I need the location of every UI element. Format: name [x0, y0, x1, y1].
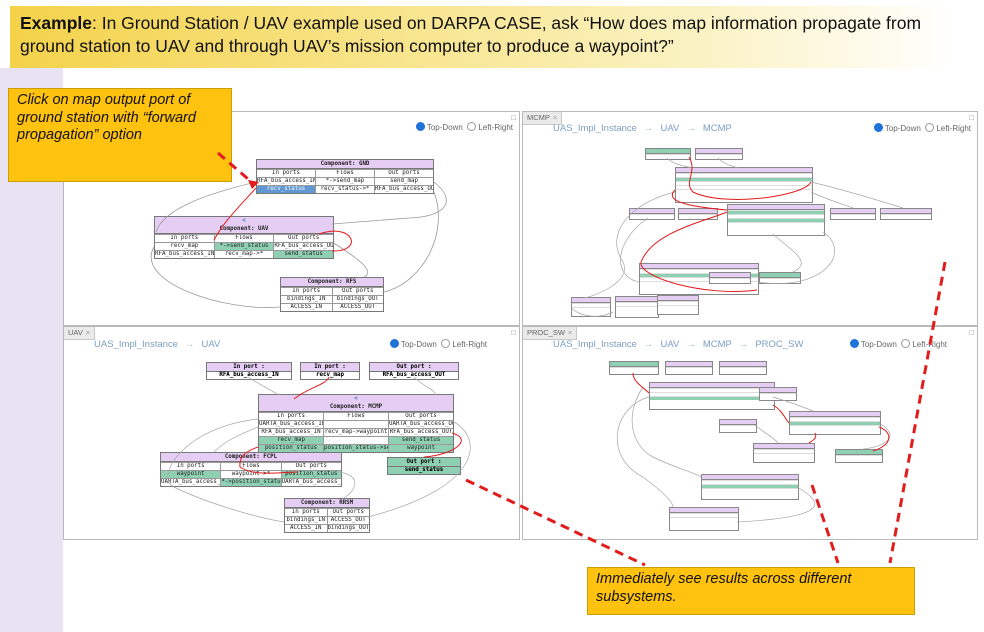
- callout-instruction: Click on map output port of ground stati…: [8, 88, 232, 182]
- pane-mcmp: MCMP × □ UAS_Impl_Instance → UAV → MCMP Top-D…: [522, 111, 978, 326]
- pane-proc-sw: PROC_SW × □ UAS_Impl_Instance → UAV → MCMP → PR…: [522, 326, 978, 540]
- connection-lines: [167, 376, 471, 523]
- banner-text: : In Ground Station / UAV example used o…: [20, 13, 922, 56]
- banner-bold: Example: [20, 13, 92, 33]
- pane-uav: UAV × □ UAS_Impl_Instance → UAV Top-Down Le…: [63, 326, 520, 540]
- connection-lines: [616, 372, 891, 523]
- slide-banner: Example: In Ground Station / UAV example…: [10, 6, 955, 68]
- connection-lines: [570, 156, 904, 317]
- callout-result: Immediately see results across different…: [587, 567, 915, 615]
